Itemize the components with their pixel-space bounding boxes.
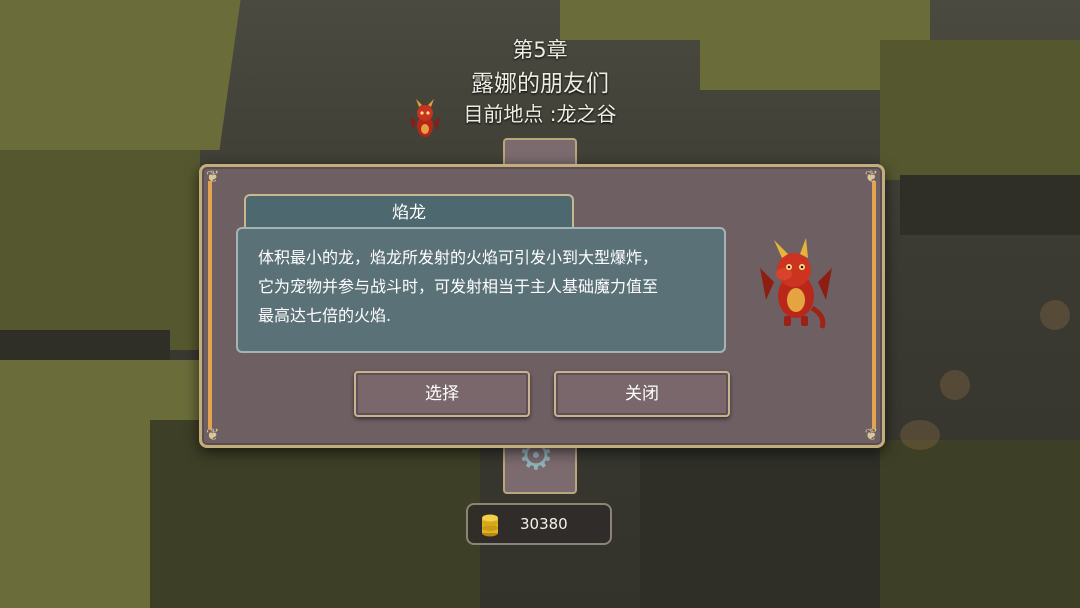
corner-ornament-icon: ❦ xyxy=(206,425,220,444)
description-line: 它为宠物并参与战斗时，可发射相当于主人基础魔力值至 xyxy=(258,277,659,296)
corner-ornament-icon: ❦ xyxy=(864,425,878,444)
pet-description: 体积最小的龙，焰龙所发射的火焰可引发小到大型爆炸， 它为宠物并参与战斗时，可发射… xyxy=(236,227,726,353)
gold-coin-stack-icon xyxy=(482,514,498,537)
description-line: 体积最小的龙，焰龙所发射的火焰可引发小到大型爆炸， xyxy=(258,248,659,267)
map-dragon-icon[interactable] xyxy=(410,98,440,146)
pet-name-tab: 焰龙 xyxy=(244,194,574,230)
dialog-left-accent xyxy=(208,181,212,429)
select-button[interactable]: 选择 xyxy=(354,371,530,417)
chapter-title: 露娜的朋友们 xyxy=(471,71,609,97)
chapter-number: 第5章 xyxy=(512,38,568,62)
close-button[interactable]: 关闭 xyxy=(554,371,730,417)
gold-currency-display: 30380 xyxy=(466,503,612,545)
current-location: 目前地点 :龙之谷 xyxy=(463,102,617,126)
corner-ornament-icon: ❦ xyxy=(864,167,878,186)
dialog-right-accent xyxy=(872,181,876,429)
gold-amount: 30380 xyxy=(520,515,568,533)
corner-ornament-icon: ❦ xyxy=(206,167,220,186)
fire-dragon-portrait xyxy=(760,238,832,329)
description-line: 最高达七倍的火焰. xyxy=(258,306,392,325)
